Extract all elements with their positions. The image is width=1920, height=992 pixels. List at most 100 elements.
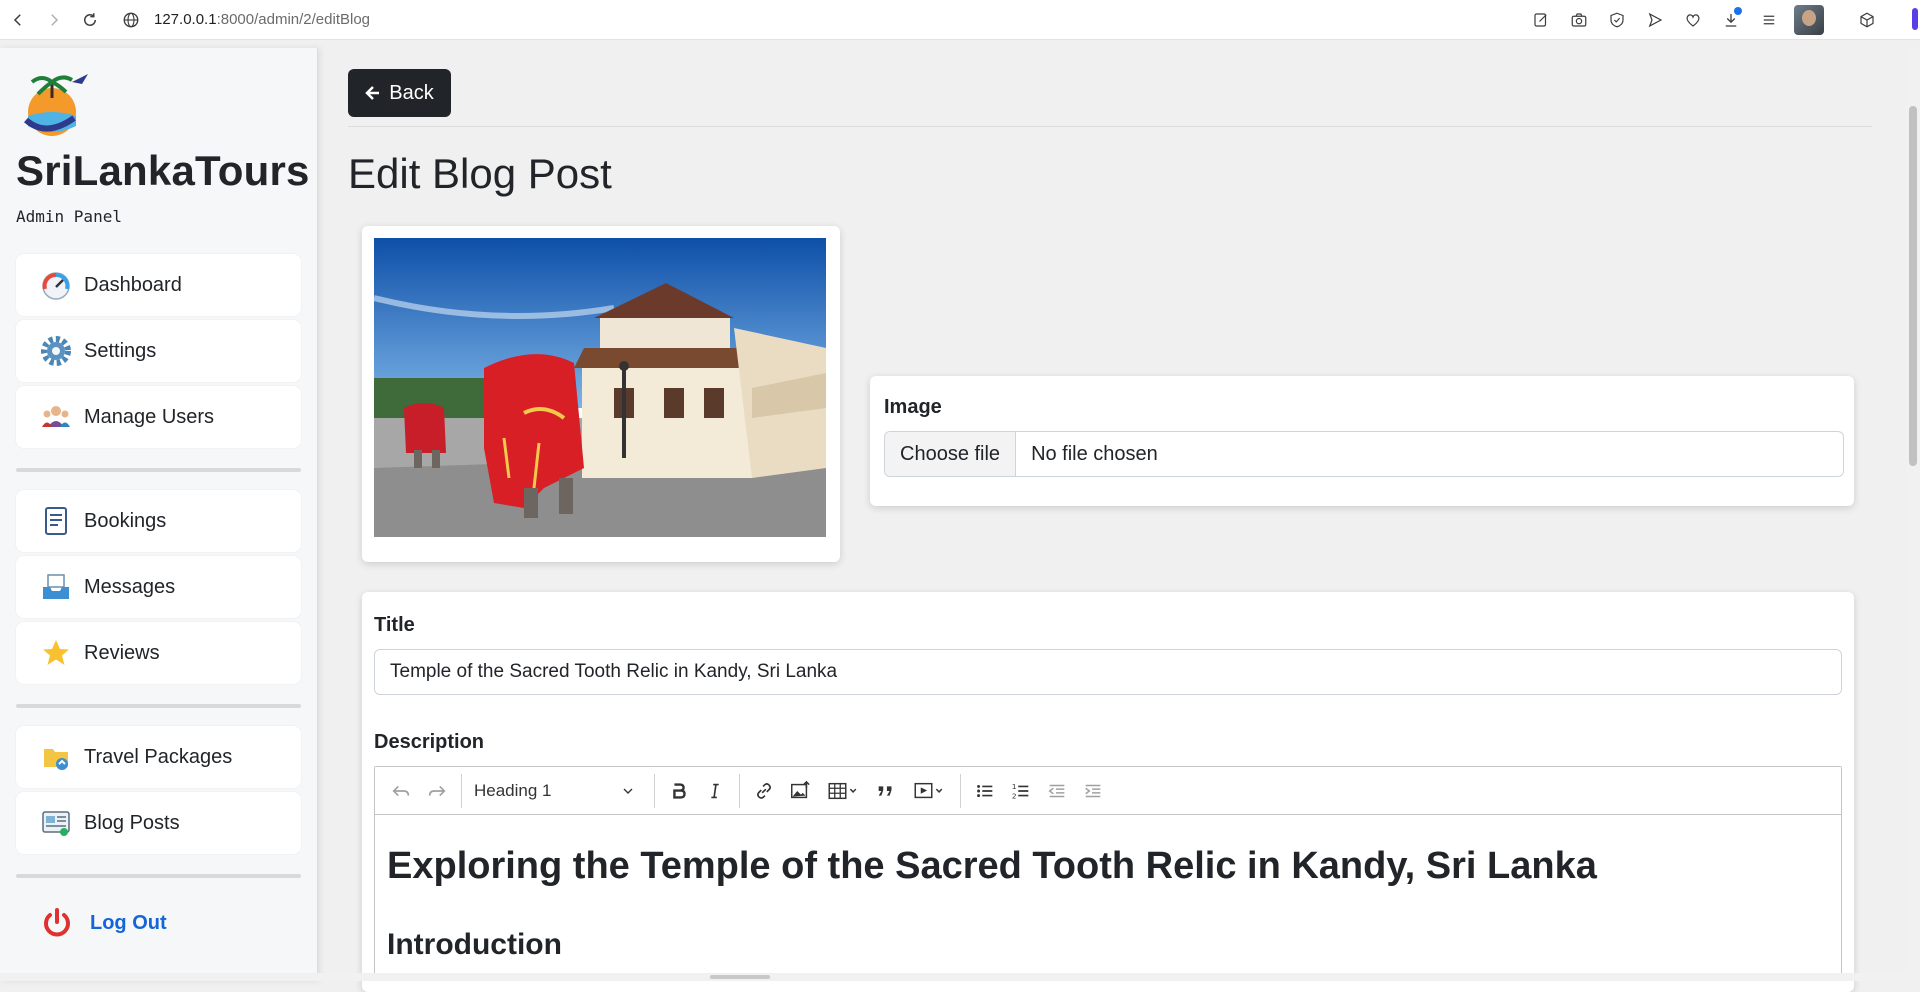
globe-icon bbox=[123, 12, 139, 27]
sidebar-item-dashboard[interactable]: Dashboard bbox=[16, 254, 301, 316]
sidebar-item-label: Blog Posts bbox=[84, 811, 180, 834]
brand-subtitle: Admin Panel bbox=[16, 207, 122, 226]
toolbar-separator bbox=[739, 773, 740, 808]
svg-text:1: 1 bbox=[1012, 782, 1017, 791]
url-path: :8000/admin/2/editBlog bbox=[216, 11, 371, 28]
italic-icon[interactable] bbox=[697, 773, 733, 809]
camera-icon[interactable] bbox=[1566, 4, 1592, 36]
sidebar-item-travel-packages[interactable]: Travel Packages bbox=[16, 726, 301, 788]
vertical-scrollbar[interactable] bbox=[1906, 48, 1920, 973]
editor-content[interactable]: Exploring the Temple of the Sacred Tooth… bbox=[375, 815, 1841, 975]
horizontal-scrollbar-thumb[interactable] bbox=[710, 975, 770, 979]
insert-table-icon[interactable] bbox=[818, 773, 868, 809]
download-icon[interactable] bbox=[1718, 4, 1744, 36]
image-preview-card bbox=[362, 226, 840, 562]
back-button[interactable]: Back bbox=[348, 69, 451, 117]
sidebar-item-label: Manage Users bbox=[84, 405, 215, 428]
image-label: Image bbox=[884, 396, 942, 418]
sidebar-item-messages[interactable]: Messages bbox=[16, 556, 301, 618]
document-icon bbox=[45, 507, 67, 535]
shield-icon[interactable] bbox=[1604, 4, 1630, 36]
sidebar-item-label: Travel Packages bbox=[84, 745, 233, 768]
logout-button[interactable]: Log Out bbox=[16, 906, 301, 940]
download-badge bbox=[1734, 7, 1742, 15]
back-nav-icon[interactable] bbox=[0, 2, 36, 38]
url-host: 127.0.0.1 bbox=[154, 11, 217, 28]
redo-icon[interactable] bbox=[419, 773, 455, 809]
heading-select[interactable]: Heading 1 bbox=[468, 773, 648, 809]
editor-heading: Exploring the Temple of the Sacred Tooth… bbox=[387, 845, 1597, 887]
indent-icon[interactable] bbox=[1075, 773, 1111, 809]
menu-group-main: Dashboard Settings Manage Users bbox=[16, 254, 301, 448]
page-title: Edit Blog Post bbox=[348, 150, 612, 197]
blog-form-card: Title Temple of the Sacred Tooth Relic i… bbox=[362, 592, 1854, 992]
image-upload-card: Image Choose file No file chosen bbox=[870, 376, 1854, 506]
gear-icon bbox=[41, 336, 71, 366]
rich-text-editor: Heading 1 12 Exploring the Temple of the… bbox=[374, 766, 1842, 976]
power-icon bbox=[44, 908, 70, 937]
blockquote-icon[interactable] bbox=[868, 773, 904, 809]
logout-label: Log Out bbox=[90, 911, 167, 934]
bold-icon[interactable] bbox=[661, 773, 697, 809]
sidebar-divider bbox=[16, 874, 301, 878]
forward-nav-icon[interactable] bbox=[36, 2, 72, 38]
sidebar: SriLankaTours Admin Panel Dashboard Sett… bbox=[0, 48, 318, 981]
undo-icon[interactable] bbox=[383, 773, 419, 809]
sidebar-item-label: Reviews bbox=[84, 641, 160, 664]
side-panel-indicator bbox=[1912, 8, 1918, 30]
horizontal-scrollbar[interactable] bbox=[0, 973, 1920, 981]
edit-page-icon[interactable] bbox=[1528, 4, 1554, 36]
insert-image-icon[interactable] bbox=[782, 773, 818, 809]
brand-name: SriLankaTours bbox=[16, 147, 310, 194]
sidebar-item-label: Settings bbox=[84, 339, 157, 362]
star-icon bbox=[43, 640, 69, 665]
link-icon[interactable] bbox=[746, 773, 782, 809]
description-label: Description bbox=[374, 731, 485, 753]
scrollbar-thumb[interactable] bbox=[1909, 106, 1917, 466]
sidebar-item-manage-users[interactable]: Manage Users bbox=[16, 386, 301, 448]
file-status: No file chosen bbox=[1031, 442, 1158, 465]
editor-toolbar: Heading 1 12 bbox=[375, 767, 1841, 815]
numbered-list-icon[interactable]: 12 bbox=[1003, 773, 1039, 809]
package-icon bbox=[44, 749, 68, 770]
toolbar-separator bbox=[461, 773, 462, 808]
header-divider bbox=[348, 126, 1872, 127]
browser-toolbar: 127.0.0.1:8000/admin/2/editBlog bbox=[0, 0, 1920, 40]
inbox-icon bbox=[43, 574, 69, 599]
reload-icon[interactable] bbox=[72, 2, 108, 38]
sidebar-item-label: Bookings bbox=[84, 509, 167, 532]
sidebar-item-settings[interactable]: Settings bbox=[16, 320, 301, 382]
arrow-left-icon bbox=[365, 86, 380, 100]
outdent-icon[interactable] bbox=[1039, 773, 1075, 809]
bulleted-list-icon[interactable] bbox=[967, 773, 1003, 809]
extension-cube-icon[interactable] bbox=[1854, 4, 1880, 36]
heart-icon[interactable] bbox=[1680, 4, 1706, 36]
address-bar[interactable]: 127.0.0.1:8000/admin/2/editBlog bbox=[122, 5, 370, 35]
menu-group-operations: Bookings Messages Reviews bbox=[16, 490, 301, 684]
menu-lines-icon[interactable] bbox=[1756, 4, 1782, 36]
blog-icon bbox=[42, 811, 70, 836]
sidebar-item-bookings[interactable]: Bookings bbox=[16, 490, 301, 552]
title-input[interactable]: Temple of the Sacred Tooth Relic in Kand… bbox=[374, 649, 1842, 695]
heading-select-value: Heading 1 bbox=[474, 780, 552, 800]
chevron-down-icon bbox=[623, 788, 633, 794]
send-icon[interactable] bbox=[1642, 4, 1668, 36]
sidebar-item-label: Dashboard bbox=[84, 273, 182, 296]
sidebar-item-label: Messages bbox=[84, 575, 176, 598]
menu-group-content: Travel Packages Blog Posts bbox=[16, 726, 301, 854]
title-label: Title bbox=[374, 614, 415, 636]
profile-avatar[interactable] bbox=[1794, 5, 1824, 35]
toolbar-separator bbox=[960, 773, 961, 808]
choose-file-button[interactable]: Choose file bbox=[885, 432, 1017, 476]
users-icon bbox=[42, 406, 70, 427]
sidebar-item-reviews[interactable]: Reviews bbox=[16, 622, 301, 684]
toolbar-separator bbox=[654, 773, 655, 808]
svg-text:2: 2 bbox=[1012, 791, 1017, 800]
insert-media-icon[interactable] bbox=[904, 773, 954, 809]
sidebar-divider bbox=[16, 468, 301, 472]
back-button-label: Back bbox=[389, 81, 434, 104]
main-content: Back Edit Blog Post Image Choose file No… bbox=[348, 48, 1872, 992]
sidebar-item-blog-posts[interactable]: Blog Posts bbox=[16, 792, 301, 854]
sidebar-divider bbox=[16, 704, 301, 708]
image-file-input[interactable]: Choose file No file chosen bbox=[884, 431, 1844, 477]
